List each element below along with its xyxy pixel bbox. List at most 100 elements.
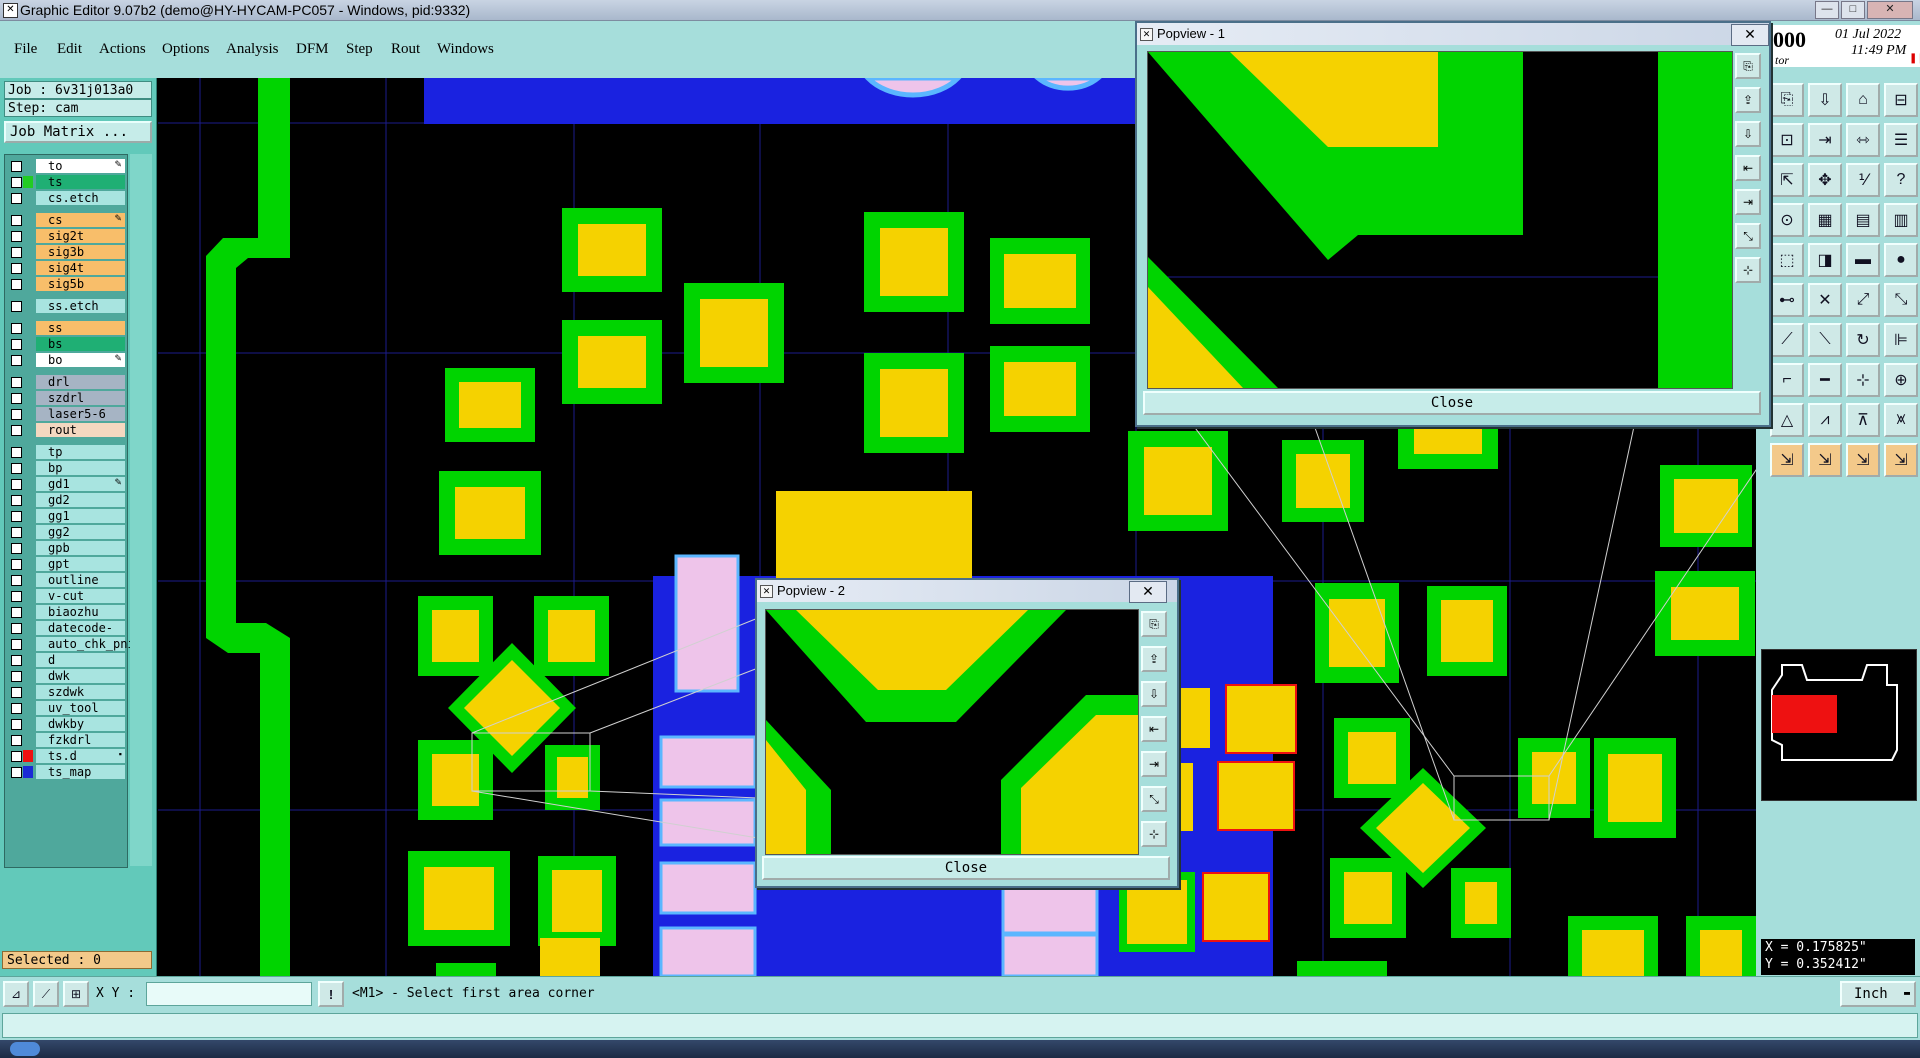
layer-checkbox[interactable] [11,193,22,204]
layer-row[interactable]: ss [7,321,125,335]
layer-name[interactable]: dwk [36,669,125,683]
layer-name[interactable]: outline [36,573,125,587]
layer-name[interactable]: gpb [36,541,125,555]
layer-name[interactable]: gpt [36,557,125,571]
pointer-icon[interactable]: ⇲ [1770,443,1804,477]
frame-icon[interactable]: ⊟ [1884,83,1918,117]
move-icon[interactable]: ⇥ [1808,123,1842,157]
menu-rout[interactable]: Rout [391,41,420,58]
popview-fit-icon[interactable]: ⤡ [1735,223,1761,249]
popview-1-close-button[interactable]: Close [1143,391,1761,415]
horizontal-icon[interactable]: ━ [1808,363,1842,397]
popview-center-icon[interactable]: ⊹ [1735,257,1761,283]
layer-name[interactable]: v-cut [36,589,125,603]
split-icon[interactable]: ◨ [1808,243,1842,277]
layer-row[interactable]: gg1 [7,509,125,523]
layer-checkbox[interactable] [11,655,22,666]
grid-icon[interactable]: ⊞ [63,981,89,1007]
layer-row[interactable]: ts.d ▪ [7,749,125,763]
layer-checkbox[interactable] [11,393,22,404]
popview-2-close-button[interactable]: Close [762,856,1170,880]
layer-row[interactable]: sig5b [7,277,125,291]
layer-checkbox[interactable] [11,247,22,258]
layer-row[interactable]: to ✎ [7,159,125,173]
menu-analysis[interactable]: Analysis [226,41,279,58]
popview-up-icon[interactable]: ⇪ [1735,87,1761,113]
slash-icon[interactable]: ⟋ [1770,323,1804,357]
layer-name[interactable]: tp [36,445,125,459]
rotate-icon[interactable]: ↻ [1846,323,1880,357]
layer-row[interactable]: bs [7,337,125,351]
popview-1-title-bar[interactable]: ✕ Popview - 1 [1137,23,1769,45]
layer-name[interactable]: gd2 [36,493,125,507]
home-icon[interactable]: ⌂ [1846,83,1880,117]
popview-left-icon[interactable]: ⇤ [1735,155,1761,181]
rect-icon[interactable]: ⬚ [1770,243,1804,277]
layer-name[interactable]: cs [36,213,125,227]
import-icon[interactable]: ⇩ [1808,83,1842,117]
maximize-button[interactable]: □ [1841,1,1865,19]
popview-down-icon[interactable]: ⇩ [1735,121,1761,147]
layer-row[interactable]: ts [7,175,125,189]
layer-row[interactable]: dwkby [7,717,125,731]
layer-checkbox[interactable] [11,479,22,490]
layer-row[interactable]: gpt [7,557,125,571]
layer-checkbox[interactable] [11,767,22,778]
layer-row[interactable]: drl [7,375,125,389]
layer-name[interactable]: laser5-6 [36,407,125,421]
layer-name[interactable]: gg1 [36,509,125,523]
corner-icon[interactable]: ⌐ [1770,363,1804,397]
layer-name[interactable]: cs.etch [36,191,125,205]
overview-map[interactable] [1761,649,1917,801]
layer-row[interactable]: bo ✎ [7,353,125,367]
job-matrix-button[interactable]: Job Matrix ... [4,121,152,143]
grid-icon[interactable]: ▦ [1808,203,1842,237]
layer-b-icon[interactable]: ▥ [1884,203,1918,237]
layer-name[interactable]: sig2t [36,229,125,243]
layer-name[interactable]: drl [36,375,125,389]
layer-name[interactable]: ts_map [36,765,125,779]
layer-name[interactable]: sig4t [36,261,125,275]
menu-step[interactable]: Step [346,41,373,58]
layer-row[interactable]: sig4t [7,261,125,275]
arc-c-icon[interactable]: ⩙ [1884,403,1918,437]
add-icon[interactable]: ⊕ [1884,363,1918,397]
layer-checkbox[interactable] [11,719,22,730]
layer-checkbox[interactable] [11,425,22,436]
measure-icon[interactable]: ⊫ [1884,323,1918,357]
menu-actions[interactable]: Actions [99,41,146,58]
layer-checkbox[interactable] [11,511,22,522]
line-icon[interactable]: ⊷ [1770,283,1804,317]
layer-checkbox[interactable] [11,409,22,420]
popview-right-icon[interactable]: ⇥ [1141,751,1167,777]
layer-name[interactable]: d [36,653,125,667]
layer-name[interactable]: gg2 [36,525,125,539]
layer-checkbox[interactable] [11,527,22,538]
pointer-2-icon[interactable]: ⇲ [1808,443,1842,477]
layer-row[interactable]: szdrl [7,391,125,405]
layer-name[interactable]: datecode-pte [36,621,125,649]
layer-name[interactable]: ss.etch [36,299,125,313]
layer-row[interactable]: fzkdrl [7,733,125,747]
layer-row[interactable]: d [7,653,125,667]
layer-row[interactable]: laser5-6 [7,407,125,421]
menu-dfm[interactable]: DFM [296,41,329,58]
popview-left-icon[interactable]: ⇤ [1141,716,1167,742]
layer-row[interactable]: cs ✎ [7,213,125,227]
menu-file[interactable]: File [14,41,37,58]
layer-row[interactable]: ts_map [7,765,125,779]
layer-row[interactable]: tp [7,445,125,459]
stretch-icon[interactable]: ⇿ [1846,123,1880,157]
cross-icon[interactable]: ⊹ [1846,363,1880,397]
layer-row[interactable]: sig2t [7,229,125,243]
layer-name[interactable]: rout [36,423,125,437]
pointer-3-icon[interactable]: ⇲ [1846,443,1880,477]
pointer-4-icon[interactable]: ⇲ [1884,443,1918,477]
layer-checkbox[interactable] [11,671,22,682]
layer-checkbox[interactable] [11,543,22,554]
menu-options[interactable]: Options [162,41,210,58]
copy-icon[interactable]: ⎘ [1770,83,1804,117]
layer-name[interactable]: gd1 [36,477,125,491]
layer-checkbox[interactable] [11,355,22,366]
layer-checkbox[interactable] [11,703,22,714]
